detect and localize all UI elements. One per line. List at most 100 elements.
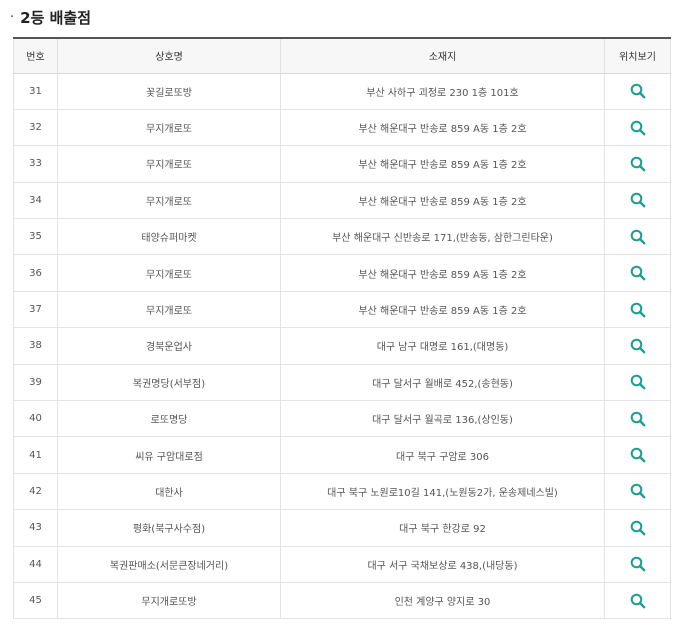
table-row: 40 로또명당 대구 달서구 월곡로 136,(상인동) (13, 400, 671, 438)
cell-name: 무지개로또 (57, 109, 281, 147)
search-icon (630, 265, 645, 281)
location-view-button[interactable] (630, 374, 646, 390)
table-row: 34 무지개로또 부산 해운대구 반송로 859 A동 1층 2호 (13, 182, 671, 220)
cell-location (604, 145, 671, 183)
location-view-button[interactable] (630, 338, 646, 354)
table-row: 43 평화(북구사수점) 대구 북구 한강로 92 (13, 509, 671, 547)
table-row: 37 무지개로또 부산 해운대구 반송로 859 A동 1층 2호 (13, 291, 671, 329)
cell-address: 대구 달서구 월배로 452,(송현동) (280, 364, 605, 402)
header-no: 번호 (13, 37, 58, 74)
table-row: 39 복권명당(서부점) 대구 달서구 월배로 452,(송현동) (13, 364, 671, 402)
cell-no: 40 (13, 400, 58, 438)
location-view-button[interactable] (630, 302, 646, 318)
table-row: 38 경북운업사 대구 남구 대명로 161,(대명동) (13, 327, 671, 365)
cell-no: 37 (13, 291, 58, 329)
location-view-button[interactable] (630, 120, 646, 136)
cell-no: 43 (13, 509, 58, 547)
cell-address: 대구 서구 국채보상로 438,(내당동) (280, 546, 605, 583)
cell-location (604, 509, 671, 547)
search-icon (630, 593, 645, 609)
table-row: 45 무지개로또방 인천 계양구 양지로 30 (13, 582, 671, 620)
cell-no: 44 (13, 546, 58, 583)
cell-name: 평화(북구사수점) (57, 509, 281, 547)
cell-name: 대한사 (57, 473, 281, 511)
search-icon (630, 411, 645, 427)
table-row: 35 태양슈퍼마켓 부산 해운대구 신반송로 171,(반송동, 삼한그린타운) (13, 218, 671, 256)
cell-location (604, 582, 671, 620)
cell-no: 31 (13, 73, 58, 110)
search-icon (630, 484, 645, 499)
cell-location (604, 400, 671, 438)
location-view-button[interactable] (630, 483, 646, 499)
cell-location (604, 291, 671, 329)
location-view-button[interactable] (630, 411, 646, 427)
cell-name: 태양슈퍼마켓 (57, 218, 281, 256)
header-address: 소재지 (280, 37, 605, 74)
location-view-button[interactable] (630, 520, 646, 536)
cell-location (604, 254, 671, 292)
location-view-button[interactable] (630, 447, 646, 463)
table-row: 42 대한사 대구 북구 노원로10길 141,(노원동2가, 운송제네스빌) (13, 473, 671, 511)
cell-name: 무지개로또 (57, 291, 281, 329)
cell-name: 꽃길로또방 (57, 73, 281, 110)
cell-address: 인천 계양구 양지로 30 (280, 582, 605, 620)
search-icon (630, 83, 645, 99)
cell-no: 39 (13, 364, 58, 402)
cell-no: 42 (13, 473, 58, 511)
cell-no: 38 (13, 327, 58, 365)
cell-address: 부산 해운대구 반송로 859 A동 1층 2호 (280, 182, 605, 220)
cell-address: 부산 해운대구 반송로 859 A동 1층 2호 (280, 254, 605, 292)
cell-location (604, 218, 671, 256)
header-name: 상호명 (57, 37, 281, 74)
location-view-button[interactable] (630, 229, 646, 245)
cell-no: 32 (13, 109, 58, 147)
cell-location (604, 473, 671, 511)
search-icon (630, 302, 645, 317)
table-row: 36 무지개로또 부산 해운대구 반송로 859 A동 1층 2호 (13, 254, 671, 292)
cell-no: 45 (13, 582, 58, 620)
cell-name: 복권명당(서부점) (57, 364, 281, 402)
cell-name: 무지개로또 (57, 254, 281, 292)
search-icon (630, 447, 645, 463)
cell-name: 씨유 구암대로점 (57, 436, 281, 474)
cell-name: 경북운업사 (57, 327, 281, 365)
cell-name: 무지개로또 (57, 182, 281, 220)
search-icon (630, 229, 645, 245)
cell-name: 로또명당 (57, 400, 281, 438)
search-icon (630, 193, 645, 208)
cell-address: 대구 북구 한강로 92 (280, 509, 605, 547)
store-table: 번호 상호명 소재지 위치보기 31 꽃길로또방 부산 사하구 괴정로 230 1층… (13, 37, 671, 620)
cell-address: 부산 해운대구 반송로 859 A동 1층 2호 (280, 145, 605, 183)
cell-name: 무지개로또방 (57, 582, 281, 620)
table-row: 41 씨유 구암대로점 대구 북구 구암로 306 (13, 436, 671, 474)
cell-address: 부산 사하구 괴정로 230 1층 101호 (280, 73, 605, 110)
cell-name: 복권판매소(서문큰장네거리) (57, 546, 281, 583)
location-view-button[interactable] (630, 593, 646, 609)
table-row: 32 무지개로또 부산 해운대구 반송로 859 A동 1층 2호 (13, 109, 671, 147)
table-row: 33 무지개로또 부산 해운대구 반송로 859 A동 1층 2호 (13, 145, 671, 183)
location-view-button[interactable] (630, 265, 646, 281)
search-icon (630, 556, 645, 572)
cell-location (604, 182, 671, 220)
search-icon (630, 338, 645, 354)
location-view-button[interactable] (630, 156, 646, 172)
location-view-button[interactable] (630, 192, 646, 208)
search-icon (630, 520, 645, 536)
bullet: · (10, 9, 15, 25)
cell-location (604, 436, 671, 474)
search-icon (630, 120, 645, 135)
cell-address: 부산 해운대구 반송로 859 A동 1층 2호 (280, 109, 605, 147)
cell-name: 무지개로또 (57, 145, 281, 183)
cell-address: 대구 달서구 월곡로 136,(상인동) (280, 400, 605, 438)
cell-location (604, 327, 671, 365)
cell-address: 대구 북구 노원로10길 141,(노원동2가, 운송제네스빌) (280, 473, 605, 511)
search-icon (630, 156, 645, 172)
cell-address: 대구 남구 대명로 161,(대명동) (280, 327, 605, 365)
table-row: 44 복권판매소(서문큰장네거리) 대구 서구 국채보상로 438,(내당동) (13, 546, 671, 583)
location-view-button[interactable] (630, 556, 646, 572)
location-view-button[interactable] (630, 83, 646, 99)
section-header: · 2등 배출점 (10, 6, 91, 28)
search-icon (630, 375, 645, 390)
cell-no: 34 (13, 182, 58, 220)
cell-location (604, 109, 671, 147)
